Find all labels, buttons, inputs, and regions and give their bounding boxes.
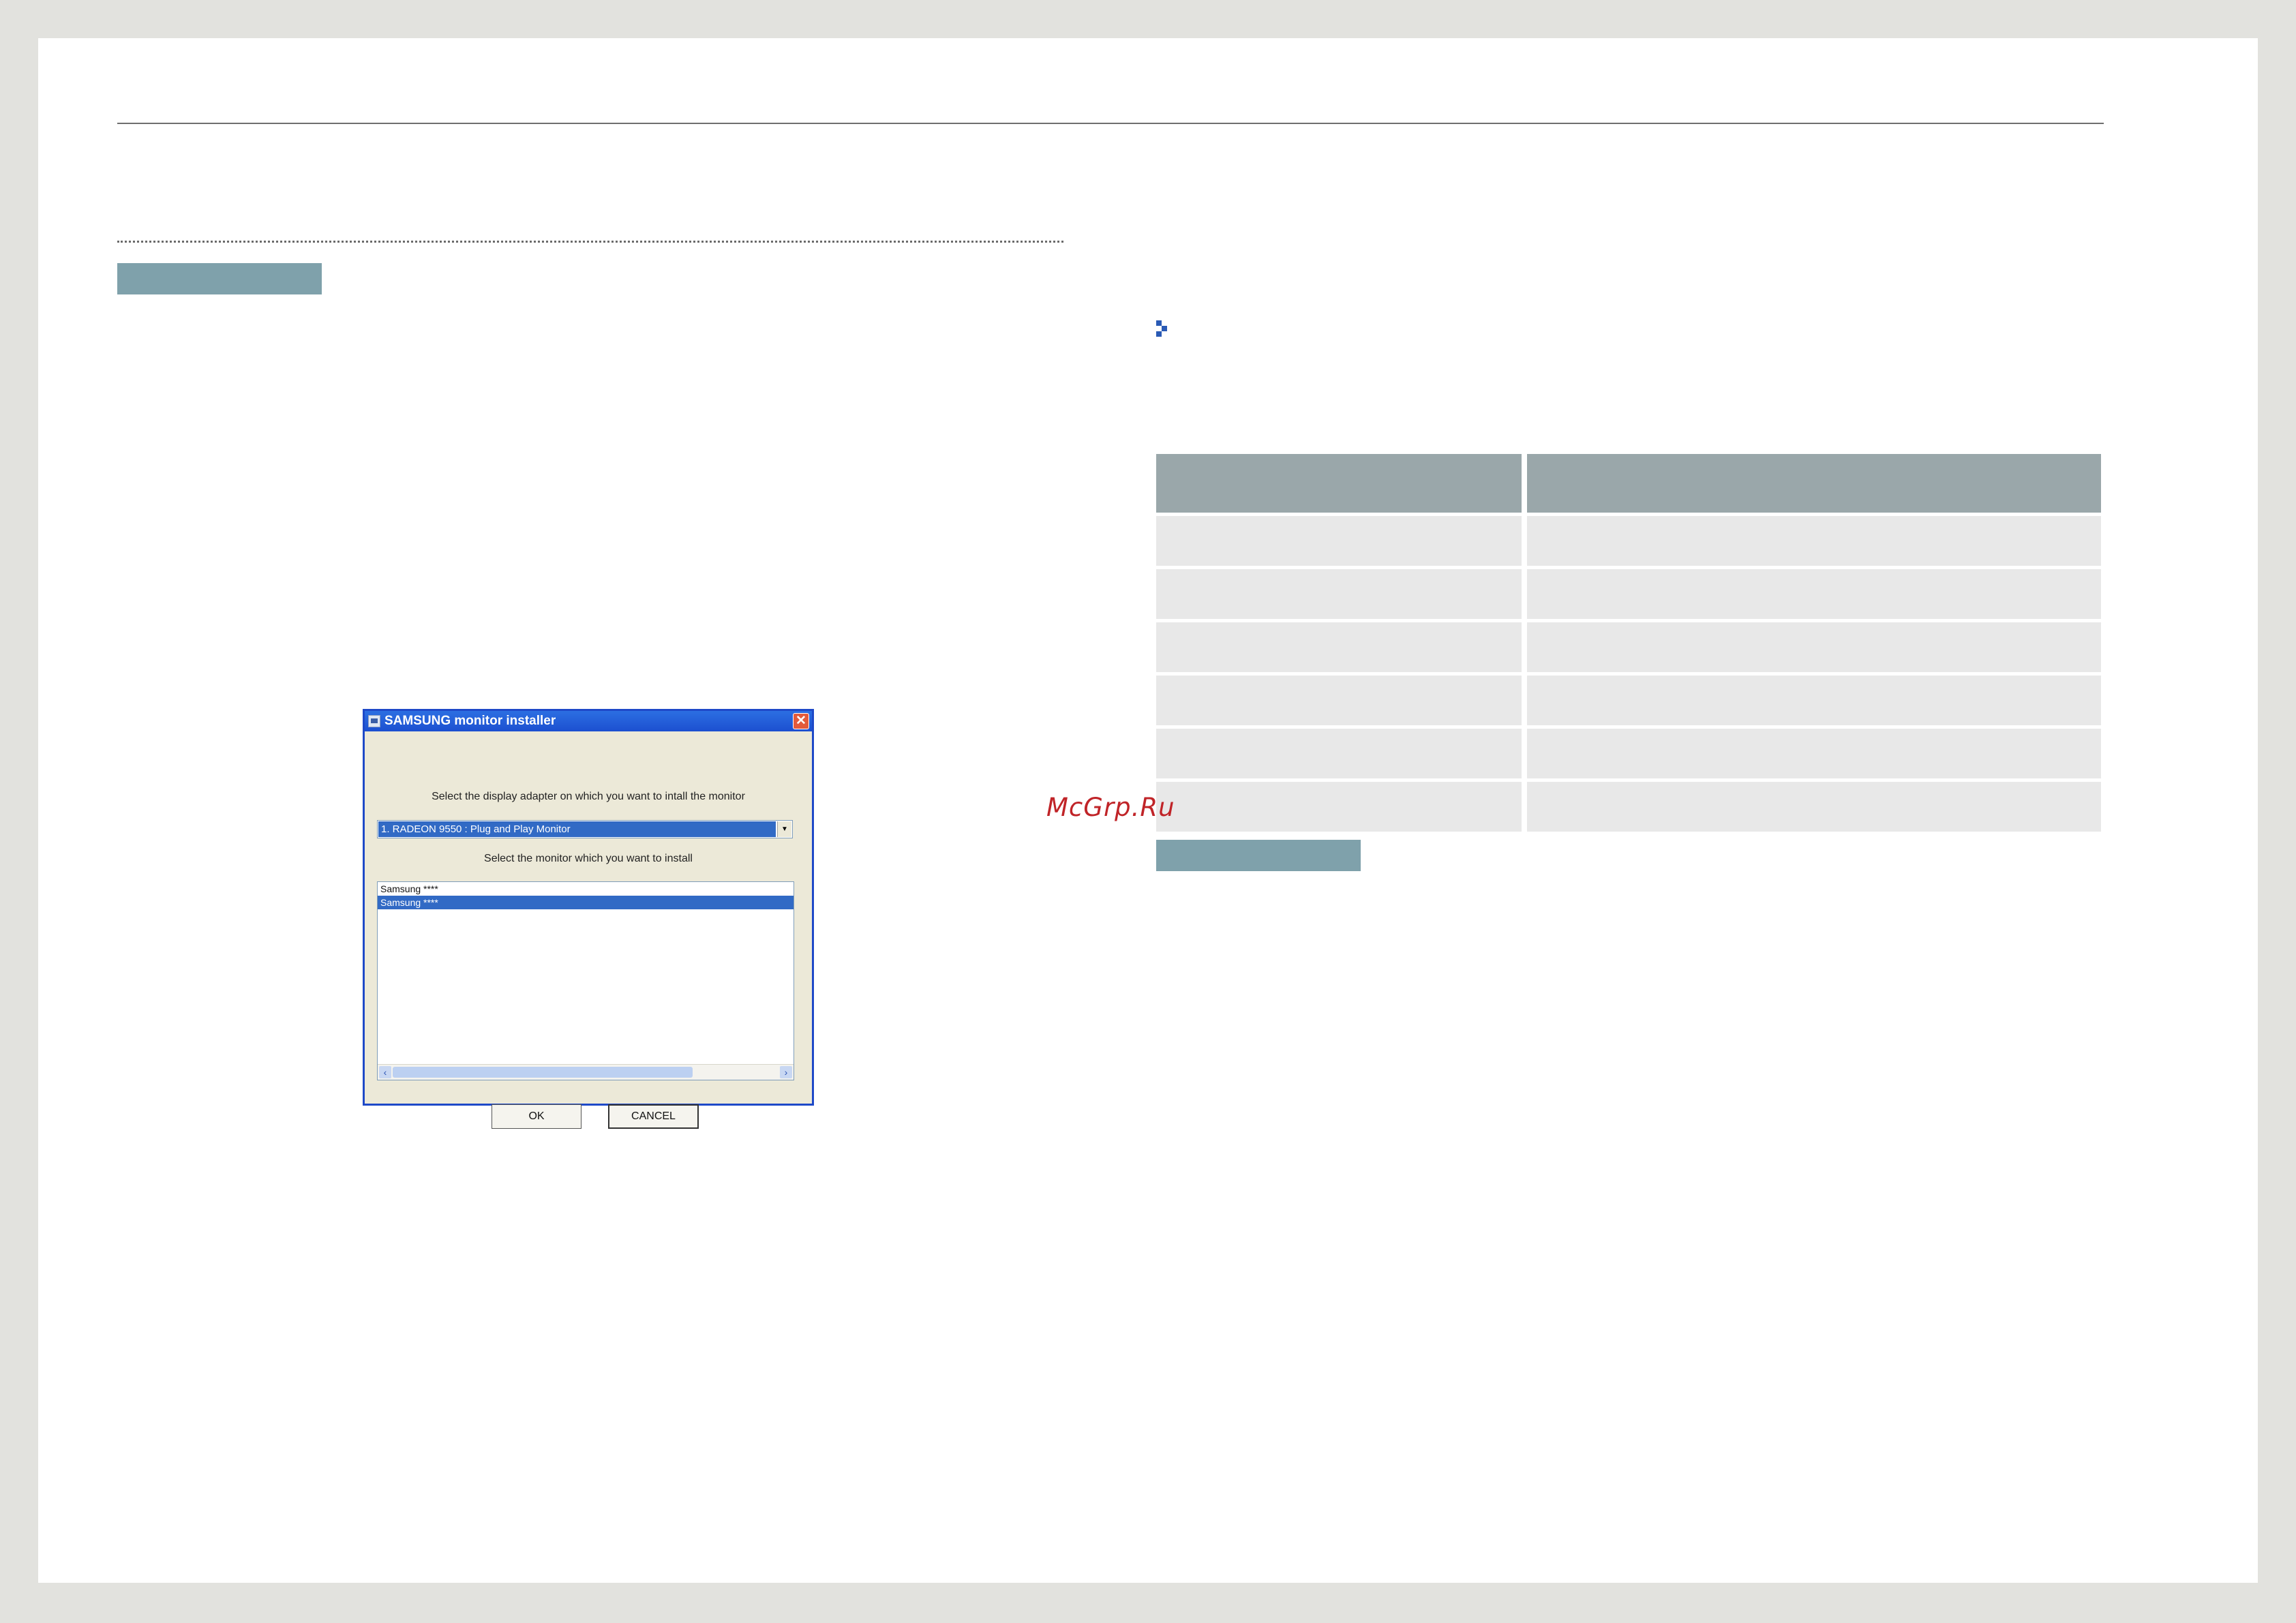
list-item-selected[interactable]: Samsung **** bbox=[378, 896, 794, 909]
table-header-cell bbox=[1156, 454, 1522, 513]
table-cell bbox=[1156, 569, 1522, 619]
table-header bbox=[1156, 454, 2101, 513]
section-divider bbox=[117, 241, 1063, 243]
table-row bbox=[1156, 729, 2101, 778]
list-item[interactable]: Samsung **** bbox=[378, 882, 794, 896]
table-cell bbox=[1156, 516, 1522, 566]
cancel-button[interactable]: CANCEL bbox=[608, 1104, 699, 1129]
table-cell bbox=[1156, 622, 1522, 672]
horizontal-scrollbar[interactable]: ‹ › bbox=[378, 1064, 794, 1080]
table-cell bbox=[1156, 676, 1522, 725]
table-row bbox=[1156, 622, 2101, 672]
section-tag-bar bbox=[117, 263, 322, 294]
chevron-down-icon[interactable]: ▼ bbox=[777, 821, 791, 837]
table-row bbox=[1156, 516, 2101, 566]
adapter-prompt: Select the display adapter on which you … bbox=[432, 791, 745, 802]
table-cell bbox=[1527, 729, 2101, 778]
header-rule bbox=[117, 123, 2104, 124]
table-cell bbox=[1156, 782, 1522, 832]
table-row bbox=[1156, 569, 2101, 619]
watermark: McGrp.Ru bbox=[1046, 793, 1175, 822]
installer-dialog: SAMSUNG monitor installer ✕ Select the d… bbox=[363, 709, 814, 1129]
bullet-icon bbox=[1156, 320, 1167, 337]
adapter-selected-value: 1. RADEON 9550 : Plug and Play Monitor bbox=[378, 821, 776, 837]
table-cell bbox=[1527, 676, 2101, 725]
table-cell bbox=[1156, 729, 1522, 778]
monitor-prompt: Select the monitor which you want to ins… bbox=[484, 853, 693, 864]
table-row bbox=[1156, 676, 2101, 725]
info-table bbox=[1156, 454, 2101, 832]
table-cell bbox=[1527, 782, 2101, 832]
table-row bbox=[1156, 782, 2101, 832]
monitor-list[interactable]: Samsung **** Samsung **** ‹ › bbox=[377, 881, 794, 1080]
table-cell bbox=[1527, 516, 2101, 566]
dialog-title-bar[interactable]: SAMSUNG monitor installer ✕ bbox=[365, 711, 812, 731]
adapter-select[interactable]: 1. RADEON 9550 : Plug and Play Monitor ▼ bbox=[377, 820, 793, 838]
ok-button[interactable]: OK bbox=[492, 1104, 581, 1129]
scroll-right-icon[interactable]: › bbox=[780, 1066, 792, 1078]
monitor-icon bbox=[368, 715, 380, 727]
table-header-cell bbox=[1527, 454, 2101, 513]
scroll-left-icon[interactable]: ‹ bbox=[379, 1066, 391, 1078]
table-cell bbox=[1527, 569, 2101, 619]
close-icon[interactable]: ✕ bbox=[793, 713, 809, 729]
scroll-thumb[interactable] bbox=[393, 1067, 693, 1078]
table-cell bbox=[1527, 622, 2101, 672]
section-tag-bar bbox=[1156, 840, 1361, 871]
dialog-title: SAMSUNG monitor installer bbox=[384, 714, 556, 728]
